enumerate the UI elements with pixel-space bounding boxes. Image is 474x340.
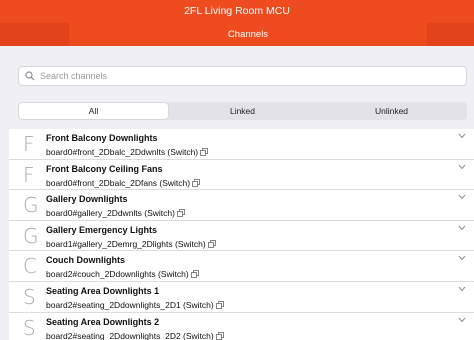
channel-name: Couch Downlights [46,255,125,266]
filter-unlinked[interactable]: Unlinked [317,103,466,119]
app-title: 2FL Living Room MCU [0,0,474,23]
section-letter: S [23,284,36,309]
section-letter: G [23,223,39,248]
channel-id: board0#front_2Dbalc_2Ddwnlts (Switch) [46,147,199,157]
copy-icon[interactable] [177,209,185,218]
list-item[interactable]: G Gallery Emergency Lights board1#galler… [9,221,474,252]
list-item[interactable]: C Couch Downlights board2#couch_2Ddownli… [9,251,474,282]
chevron-down-icon[interactable] [458,286,466,292]
copy-icon[interactable] [215,331,224,340]
channel-name: Seating Area Downlights 2 [46,316,160,327]
list-item[interactable]: F Front Balcony Ceiling Fans board0#fron… [9,160,474,191]
channel-id: board2#seating_2Ddownlights_2D1 (Switch) [46,299,214,310]
channel-name: Gallery Emergency Lights [46,224,158,235]
copy-icon[interactable] [215,301,224,309]
channel-id: board2#seating_2Ddownlights_2D2 (Switch) [46,330,214,340]
chevron-down-icon[interactable] [458,255,466,261]
channel-id: board0#front_2Dbalc_2Dfans (Switch) [46,177,191,188]
tab-bar-right-segment [427,23,474,46]
list-item[interactable]: G Gallery Downlights board0#gallery_2Ddw… [9,190,474,221]
list-item[interactable]: F Front Balcony Downlights board0#front_… [9,129,474,160]
section-letter: G [23,193,39,218]
section-letter: F [23,162,35,187]
chevron-down-icon[interactable] [458,133,466,139]
channel-id: board2#couch_2Ddownlights (Switch) [46,269,189,280]
chevron-down-icon[interactable] [458,194,466,200]
section-letter: C [23,254,37,279]
channel-id: board0#gallery_2Ddwnlts (Switch) [46,208,175,219]
channel-name: Front Balcony Downlights [46,133,158,143]
channels-tab-bar: Channels [0,23,474,46]
channel-name: Seating Area Downlights 1 [46,285,160,296]
filter-linked[interactable]: Linked [168,103,317,119]
filter-segmented-control: All Linked Unlinked [18,102,467,120]
channel-list: F Front Balcony Downlights board0#front_… [9,129,474,340]
filter-all[interactable]: All [19,103,168,119]
copy-icon[interactable] [190,270,199,279]
search-bar[interactable] [18,66,467,86]
list-item[interactable]: S Seating Area Downlights 2 board2#seati… [9,313,474,340]
list-item[interactable]: S Seating Area Downlights 1 board2#seati… [9,282,474,313]
tab-bar-left-segment [0,23,69,46]
tab-channels[interactable]: Channels [69,23,427,46]
copy-icon[interactable] [200,148,209,156]
search-input[interactable] [40,71,440,81]
chevron-down-icon[interactable] [458,164,466,170]
copy-icon[interactable] [207,239,216,248]
search-icon [25,71,35,81]
channel-id: board1#gallery_2Demrg_2Dlights (Switch) [46,238,206,249]
channel-name: Gallery Downlights [46,194,128,205]
chevron-down-icon[interactable] [458,317,466,323]
channel-name: Front Balcony Ceiling Fans [46,163,163,174]
copy-icon[interactable] [192,178,201,187]
chevron-down-icon[interactable] [458,225,466,231]
section-letter: S [23,315,36,340]
section-letter: F [23,132,35,156]
